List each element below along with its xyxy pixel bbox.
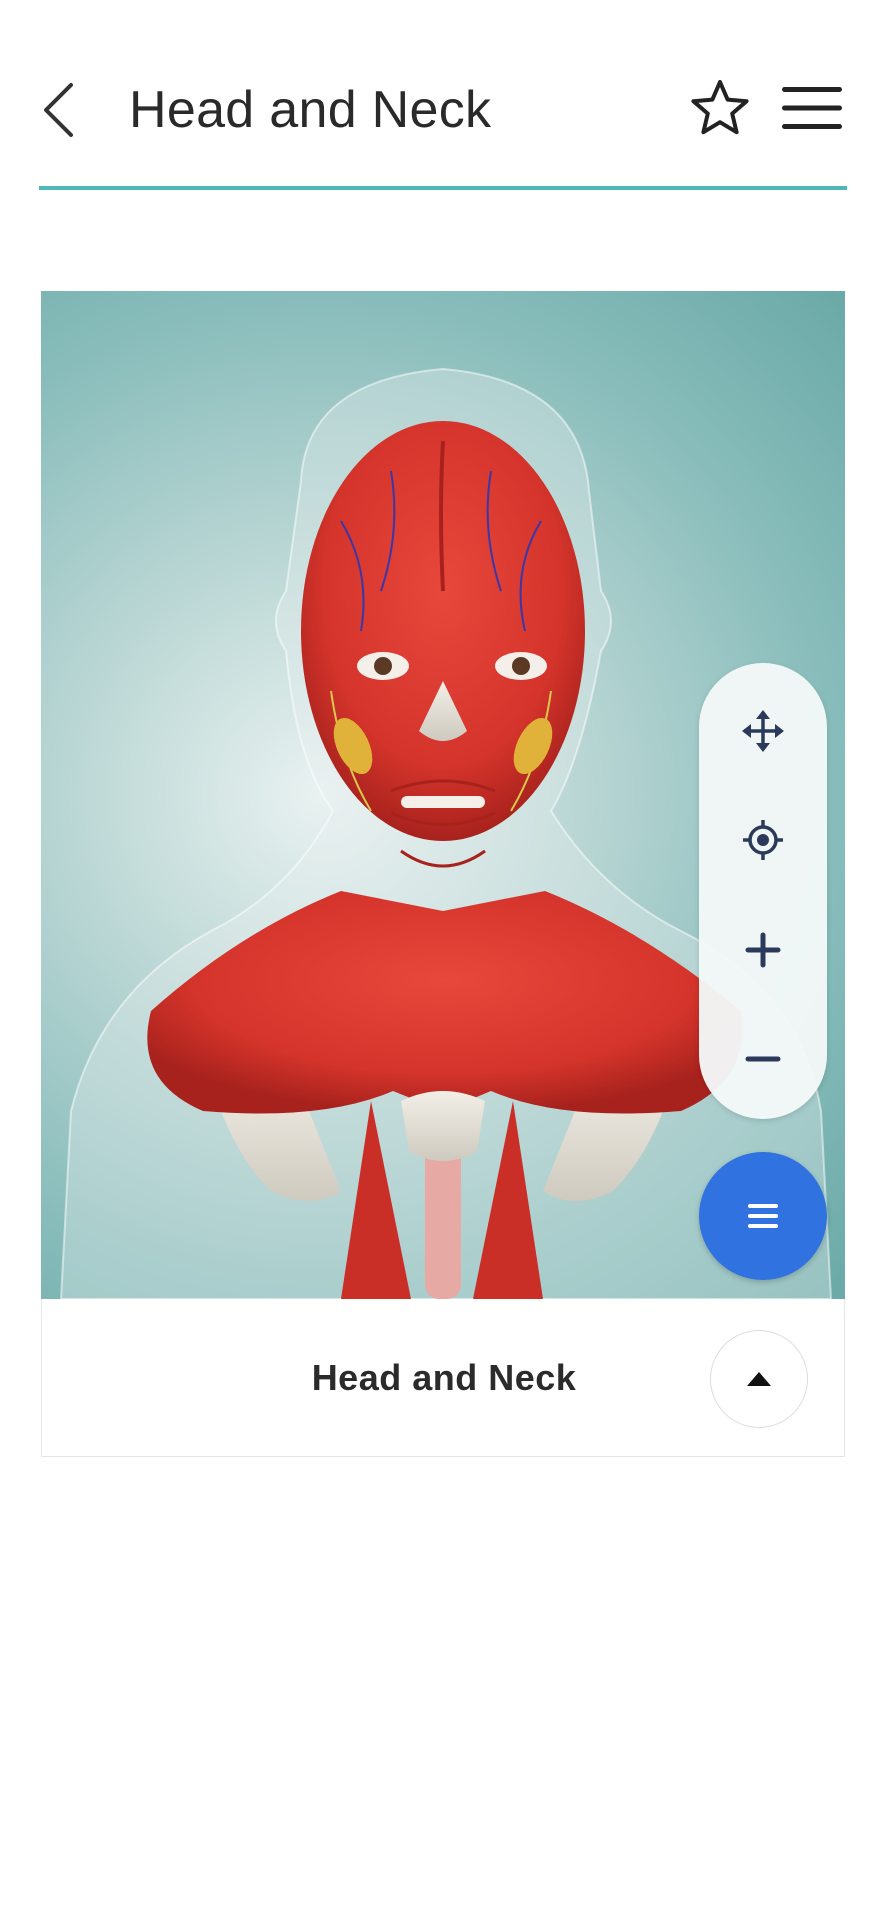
target-icon — [743, 820, 783, 860]
page-title: Head and Neck — [129, 81, 492, 139]
favorite-button[interactable] — [688, 76, 752, 140]
app-header: Head and Neck — [0, 0, 886, 190]
caret-up-icon — [747, 1372, 771, 1386]
move-arrows-icon — [742, 710, 784, 752]
main-menu-button[interactable] — [778, 80, 846, 136]
header-divider — [39, 186, 847, 190]
model-caption-bar: Head and Neck — [41, 1299, 845, 1457]
plus-icon — [745, 932, 781, 968]
star-outline-icon — [691, 80, 749, 135]
minus-icon — [745, 1056, 781, 1062]
chevron-left-icon — [44, 83, 73, 137]
layers-menu-button[interactable] — [699, 1152, 827, 1280]
list-menu-icon — [748, 1204, 778, 1228]
zoom-in-button[interactable] — [723, 910, 803, 990]
move-button[interactable] — [723, 691, 803, 771]
expand-details-button[interactable] — [710, 1330, 808, 1428]
zoom-out-button[interactable] — [723, 1019, 803, 1099]
recenter-button[interactable] — [723, 800, 803, 880]
viewer-controls — [699, 663, 827, 1119]
hamburger-menu-icon — [782, 87, 842, 129]
back-button[interactable] — [36, 80, 80, 140]
